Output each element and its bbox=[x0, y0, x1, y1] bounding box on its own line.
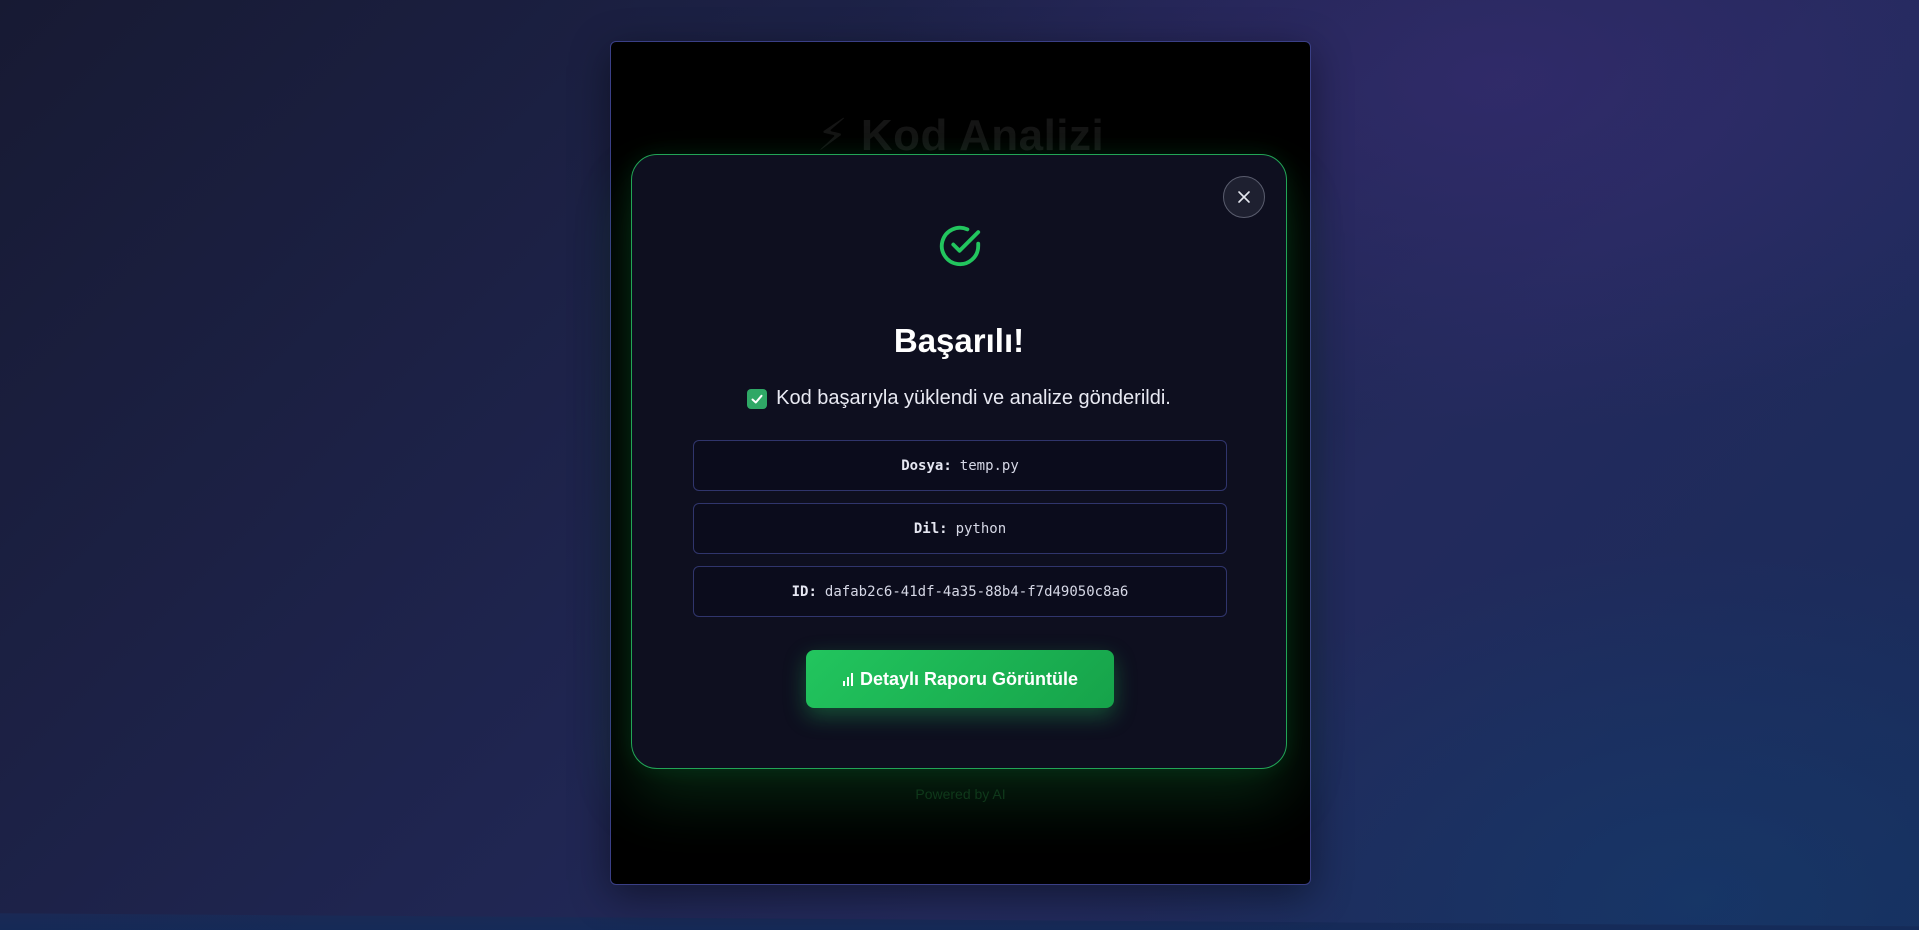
app-footer: Powered by AI bbox=[915, 786, 1006, 802]
info-language-value: python bbox=[955, 520, 1007, 537]
info-file-value: temp.py bbox=[959, 457, 1019, 474]
info-file: Dosya: temp.py bbox=[693, 440, 1227, 491]
modal-title: Başarılı! bbox=[893, 322, 1025, 359]
close-icon bbox=[1238, 191, 1250, 203]
bar-chart-icon bbox=[842, 673, 853, 686]
info-id: ID: dafab2c6-41df-4a35-88b4-f7d49050c8a6 bbox=[693, 566, 1227, 617]
info-language-label: Dil: bbox=[913, 520, 948, 537]
check-circle-icon bbox=[939, 225, 981, 267]
success-message-text: Kod başarıyla yüklendi ve analize gönder… bbox=[776, 387, 1171, 409]
info-id-label: ID: bbox=[791, 583, 817, 600]
close-button[interactable] bbox=[1223, 176, 1265, 218]
background-floor bbox=[0, 913, 1919, 930]
info-id-value: dafab2c6-41df-4a35-88b4-f7d49050c8a6 bbox=[824, 583, 1129, 600]
success-modal: Başarılı! Kod başarıyla yüklendi ve anal… bbox=[631, 154, 1287, 769]
success-message: Kod başarıyla yüklendi ve analize gönder… bbox=[632, 387, 1286, 410]
info-language: Dil: python bbox=[693, 503, 1227, 554]
view-report-label: Detaylı Raporu Görüntüle bbox=[859, 668, 1079, 689]
view-report-button[interactable]: Detaylı Raporu Görüntüle bbox=[806, 650, 1114, 708]
check-box-icon bbox=[747, 388, 768, 409]
info-file-label: Dosya: bbox=[901, 457, 952, 474]
